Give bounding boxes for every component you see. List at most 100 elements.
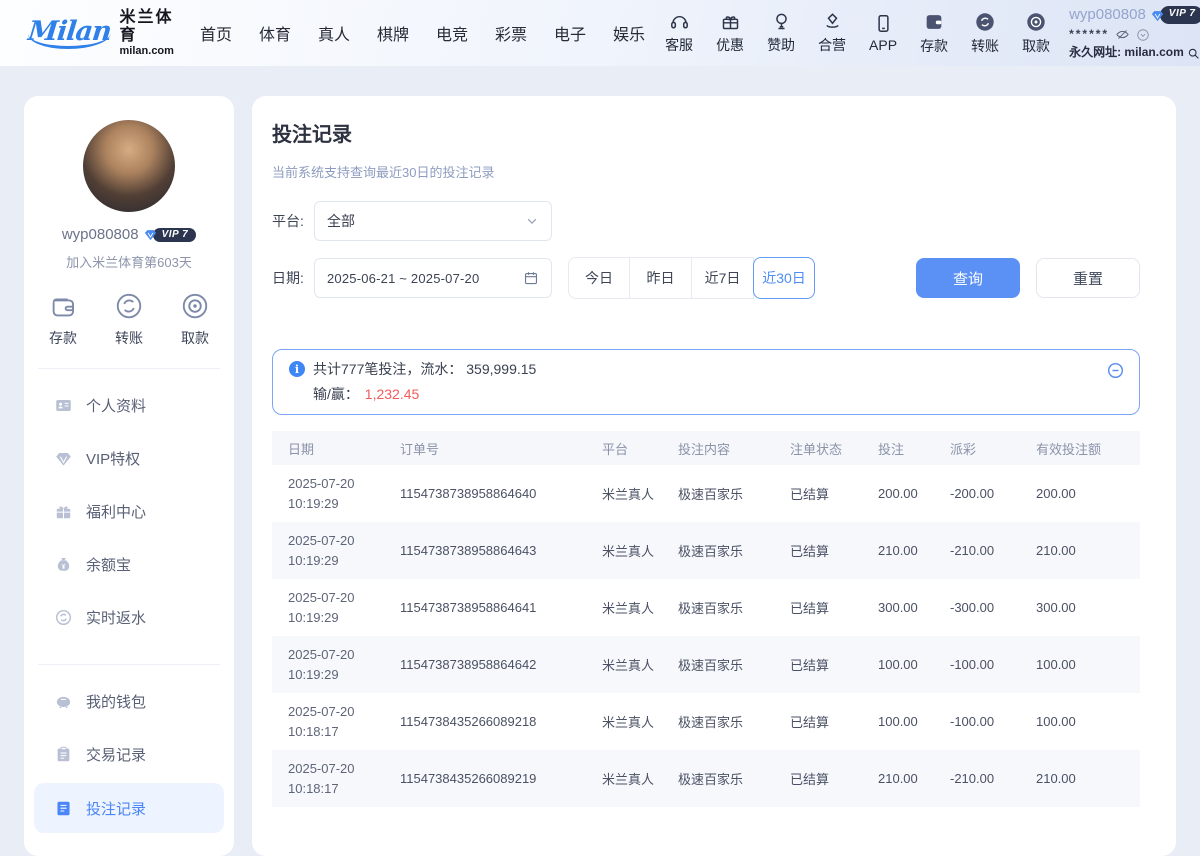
info-icon: i <box>289 361 305 377</box>
sidebar-menu-records: 我的钱包 交易记录 投注记录 <box>24 671 234 833</box>
summary-banner: i 共计777笔投注，流水： 359,999.15 输/赢： 1,232.45 <box>272 349 1140 415</box>
summary-winloss-label: 输/赢： <box>313 386 359 402</box>
platform-select-value: 全部 <box>327 211 355 231</box>
magnifier-icon[interactable] <box>1187 47 1200 60</box>
nav-item-esports[interactable]: 电竞 <box>436 21 468 45</box>
col-platform: 平台 <box>586 431 662 465</box>
sidebar-deposit-button[interactable]: 存款 <box>48 291 78 348</box>
nav-item-live[interactable]: 真人 <box>318 21 350 45</box>
col-content: 投注内容 <box>662 431 774 465</box>
col-date: 日期 <box>272 431 384 465</box>
sidebar-item-profile[interactable]: 个人资料 <box>24 379 234 432</box>
transfer-filled-icon <box>974 11 996 33</box>
bet-records-panel: 投注记录 当前系统支持查询最近30日的投注记录 平台: 全部 日期: 2025-… <box>252 96 1176 856</box>
partner-icon <box>822 11 843 32</box>
phone-icon <box>873 13 894 34</box>
vip-diamond-icon <box>143 227 158 242</box>
nav-item-slots[interactable]: 电子 <box>554 21 586 45</box>
nav-item-sports[interactable]: 体育 <box>259 21 291 45</box>
deposit-filled-icon <box>923 11 945 33</box>
divider <box>38 368 220 369</box>
logo-cn-text: 米兰体育 <box>120 9 174 44</box>
username: wyp080808 <box>1069 4 1146 26</box>
col-order: 订单号 <box>384 431 586 465</box>
withdraw-filled-icon <box>1025 11 1047 33</box>
range-today-button[interactable]: 今日 <box>568 257 630 299</box>
withdraw-button[interactable]: 取款 <box>1019 11 1053 56</box>
sidebar-item-bet-records[interactable]: 投注记录 <box>34 783 224 833</box>
vip-diamond-icon <box>1150 8 1165 23</box>
main-nav: 首页 体育 真人 棋牌 电竞 彩票 电子 娱乐 <box>200 21 645 45</box>
sidebar-withdraw-button[interactable]: 取款 <box>180 291 210 348</box>
masked-balance: ****** <box>1069 26 1109 43</box>
page-subtitle: 当前系统支持查询最近30日的投注记录 <box>272 162 1140 181</box>
welfare-icon <box>54 502 73 521</box>
service-button[interactable]: 客服 <box>662 11 696 55</box>
transactions-icon <box>54 745 73 764</box>
sidebar-item-yuebao[interactable]: 余额宝 <box>24 538 234 591</box>
sidebar-username: wyp080808 <box>62 226 139 243</box>
sidebar-item-rebate[interactable]: 实时返水 <box>24 591 234 644</box>
sponsor-button[interactable]: 赞助 <box>764 11 798 55</box>
platform-select[interactable]: 全部 <box>314 201 552 241</box>
summary-total-label: 共计777笔投注，流水： <box>313 361 462 377</box>
logo-script-text: Milan <box>26 18 112 49</box>
nav-item-lottery[interactable]: 彩票 <box>495 21 527 45</box>
page-title: 投注记录 <box>272 118 1140 147</box>
date-range-input[interactable]: 2025-06-21 ~ 2025-07-20 <box>314 258 552 298</box>
sidebar-menu-account: 个人资料 VIP特权 福利中心 <box>24 375 234 644</box>
refresh-balance-icon[interactable] <box>1136 28 1150 42</box>
withdraw-icon <box>180 291 210 321</box>
bet-records-table: 日期 订单号 平台 投注内容 注单状态 投注 派彩 有效投注额 2025-07-… <box>272 431 1140 807</box>
gift-icon <box>720 11 741 32</box>
idcard-icon <box>54 396 73 415</box>
sidebar-item-wallet[interactable]: 我的钱包 <box>24 675 234 728</box>
joined-days-text: 加入米兰体育第603天 <box>24 252 234 271</box>
summary-winloss-value: 1,232.45 <box>365 386 420 402</box>
nav-item-cards[interactable]: 棋牌 <box>377 21 409 45</box>
summary-turnover-value: 359,999.15 <box>466 361 536 377</box>
reset-button[interactable]: 重置 <box>1036 258 1140 298</box>
transfer-button[interactable]: 转账 <box>968 11 1002 56</box>
promotions-button[interactable]: 优惠 <box>713 11 747 55</box>
col-bet: 投注 <box>862 431 934 465</box>
eye-off-icon[interactable] <box>1115 27 1130 42</box>
quick-range-group: 今日 昨日 近7日 近30日 <box>568 257 815 299</box>
range-7days-button[interactable]: 近7日 <box>692 257 754 299</box>
nav-item-entertainment[interactable]: 娱乐 <box>613 21 645 45</box>
sidebar-item-welfare[interactable]: 福利中心 <box>24 485 234 538</box>
sidebar-item-transactions[interactable]: 交易记录 <box>24 728 234 781</box>
table-row: 2025-07-2010:19:29 1154738738958864643 米… <box>272 522 1140 579</box>
sidebar-avatar[interactable] <box>83 120 175 212</box>
calendar-icon <box>523 270 539 286</box>
permanent-url-label: 永久网址: milan.com <box>1069 44 1184 61</box>
wallet-icon <box>54 692 73 711</box>
range-yesterday-button[interactable]: 昨日 <box>630 257 692 299</box>
top-bar: Milan 米兰体育 milan.com 首页 体育 真人 棋牌 电竞 彩票 电… <box>0 0 1200 66</box>
site-logo[interactable]: Milan 米兰体育 milan.com <box>28 9 174 56</box>
sponsor-icon <box>771 11 792 32</box>
headset-icon <box>669 11 690 32</box>
partner-button[interactable]: 合营 <box>815 11 849 55</box>
table-row: 2025-07-2010:19:29 1154738738958864642 米… <box>272 636 1140 693</box>
range-30days-button[interactable]: 近30日 <box>753 257 815 299</box>
logo-domain-text: milan.com <box>120 45 174 57</box>
col-status: 注单状态 <box>774 431 862 465</box>
deposit-button[interactable]: 存款 <box>917 11 951 56</box>
col-valid: 有效投注额 <box>1020 431 1140 465</box>
table-row: 2025-07-2010:19:29 1154738738958864641 米… <box>272 579 1140 636</box>
sidebar-item-vip[interactable]: VIP特权 <box>24 432 234 485</box>
chevron-down-icon <box>525 214 539 228</box>
query-button[interactable]: 查询 <box>916 258 1020 298</box>
date-range-value: 2025-06-21 ~ 2025-07-20 <box>327 271 479 286</box>
user-info-block: wyp080808 VIP 7 ****** <box>1069 4 1200 62</box>
collapse-icon[interactable] <box>1106 361 1125 380</box>
transfer-icon <box>114 291 144 321</box>
bet-records-icon <box>54 799 73 818</box>
table-row: 2025-07-2010:18:17 1154738435266089219 米… <box>272 750 1140 807</box>
table-header-row: 日期 订单号 平台 投注内容 注单状态 投注 派彩 有效投注额 <box>272 431 1140 465</box>
vip-privilege-icon <box>54 449 73 468</box>
sidebar-transfer-button[interactable]: 转账 <box>114 291 144 348</box>
nav-item-home[interactable]: 首页 <box>200 21 232 45</box>
app-button[interactable]: APP <box>866 13 900 53</box>
